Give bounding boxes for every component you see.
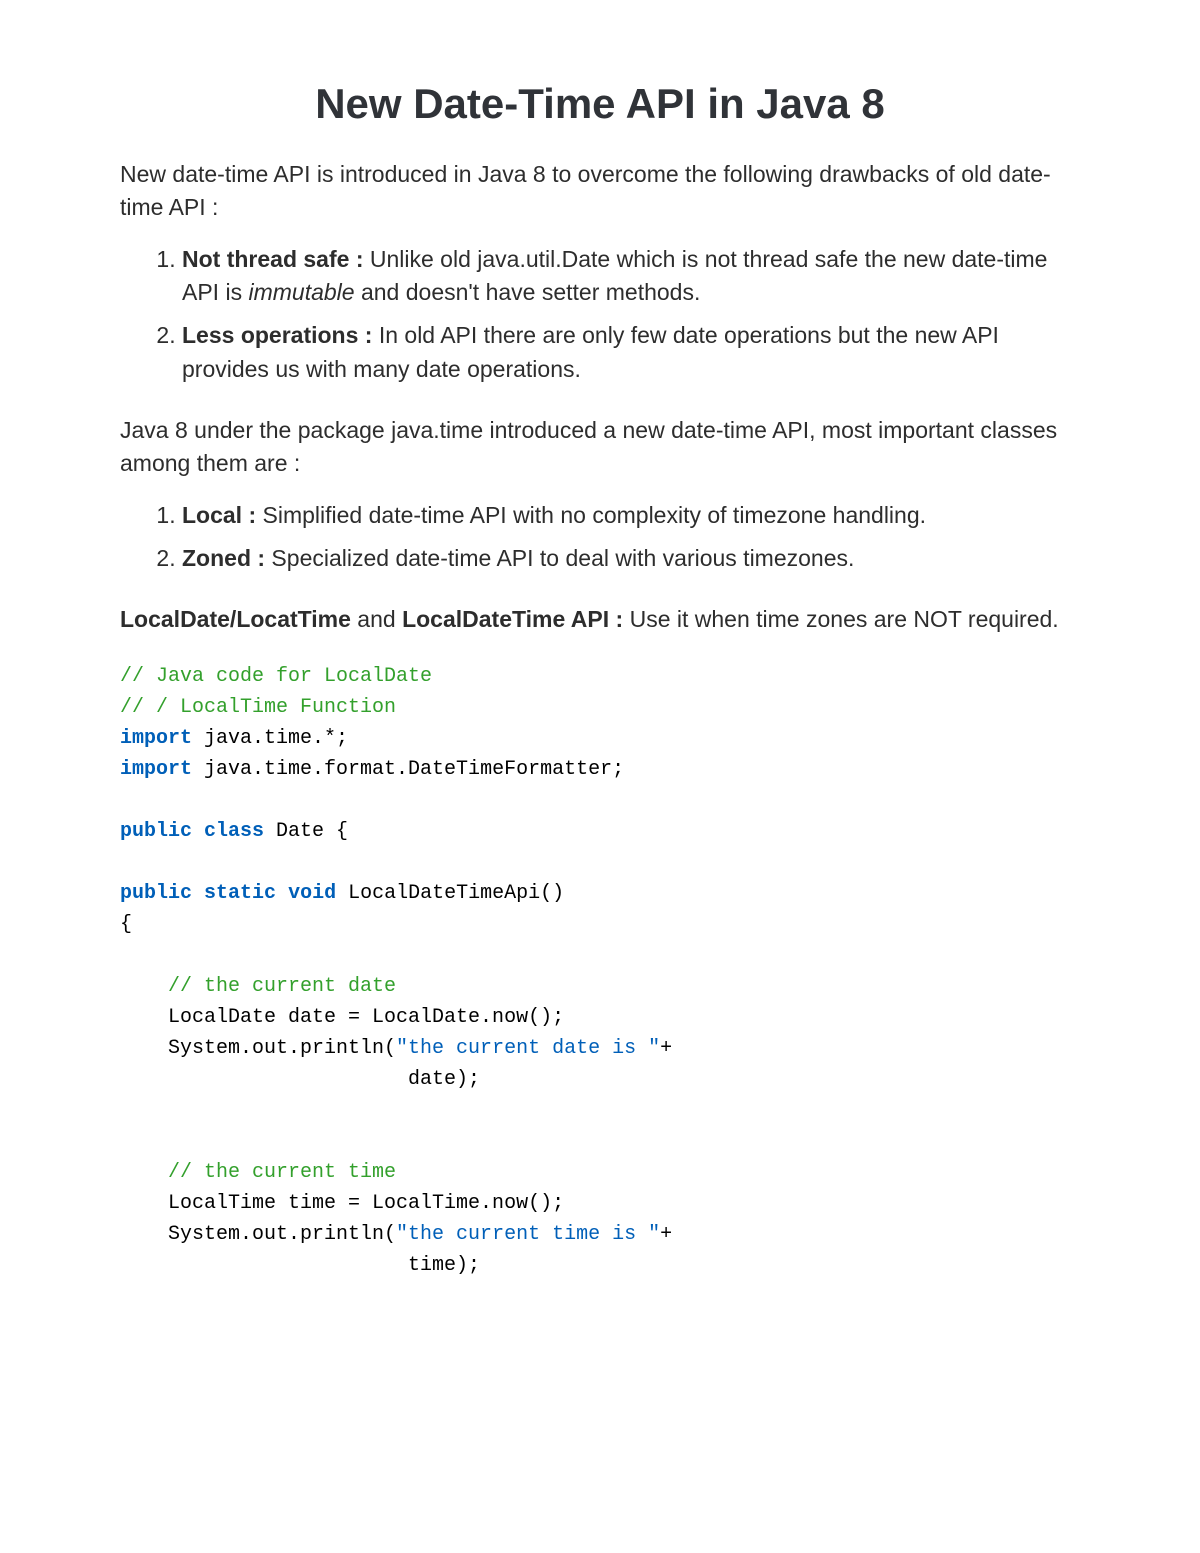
list-item-text: and doesn't have setter methods. (355, 279, 701, 305)
code-text: java.time.format.DateTimeFormatter; (192, 758, 624, 781)
code-comment: // Java code for LocalDate (120, 665, 432, 688)
api-bold: LocalDateTime API : (402, 606, 623, 632)
document-page: New Date-Time API in Java 8 New date-tim… (0, 0, 1200, 1381)
code-text: Date { (264, 820, 348, 843)
code-comment: // the current time (168, 1161, 396, 1184)
list-item-text: Simplified date-time API with no complex… (256, 502, 926, 528)
list-item: Local : Simplified date-time API with no… (182, 499, 1080, 532)
code-keyword: public (120, 820, 192, 843)
api-paragraph: LocalDate/LocatTime and LocalDateTime AP… (120, 603, 1080, 636)
code-text: System.out.println( (120, 1037, 396, 1060)
code-keyword: void (288, 882, 336, 905)
code-string: "the current time is " (396, 1223, 660, 1246)
mid-paragraph: Java 8 under the package java.time intro… (120, 414, 1080, 481)
intro-paragraph: New date-time API is introduced in Java … (120, 158, 1080, 225)
code-comment: // / LocalTime Function (120, 696, 396, 719)
code-block: // Java code for LocalDate // / LocalTim… (120, 661, 1080, 1281)
list-item: Zoned : Specialized date-time API to dea… (182, 542, 1080, 575)
code-text: date); (120, 1068, 480, 1091)
code-text: time); (120, 1254, 480, 1277)
code-text: System.out.println( (120, 1223, 396, 1246)
list-item: Not thread safe : Unlike old java.util.D… (182, 243, 1080, 310)
code-comment: // the current date (168, 975, 396, 998)
list-item-label: Less operations : (182, 322, 372, 348)
list-item: Less operations : In old API there are o… (182, 319, 1080, 386)
code-text: LocalDate date = LocalDate.now(); (120, 1006, 564, 1029)
code-text: + (660, 1037, 672, 1060)
list-item-em: immutable (248, 279, 354, 305)
code-text: java.time.*; (192, 727, 348, 750)
list-item-label: Not thread safe : (182, 246, 363, 272)
code-keyword: import (120, 758, 192, 781)
code-keyword: static (204, 882, 276, 905)
list-item-label: Local : (182, 502, 256, 528)
code-text: LocalDateTimeApi() (336, 882, 564, 905)
code-text: + (660, 1223, 672, 1246)
list-item-label: Zoned : (182, 545, 265, 571)
drawbacks-list: Not thread safe : Unlike old java.util.D… (120, 243, 1080, 386)
api-bold: LocalDate/LocatTime (120, 606, 351, 632)
page-title: New Date-Time API in Java 8 (120, 80, 1080, 128)
code-keyword: public (120, 882, 192, 905)
api-text: and (351, 606, 402, 632)
code-text: { (120, 913, 132, 936)
list-item-text: Specialized date-time API to deal with v… (265, 545, 854, 571)
code-text: LocalTime time = LocalTime.now(); (120, 1192, 564, 1215)
classes-list: Local : Simplified date-time API with no… (120, 499, 1080, 576)
api-text: Use it when time zones are NOT required. (623, 606, 1058, 632)
code-keyword: import (120, 727, 192, 750)
code-keyword: class (204, 820, 264, 843)
code-string: "the current date is " (396, 1037, 660, 1060)
